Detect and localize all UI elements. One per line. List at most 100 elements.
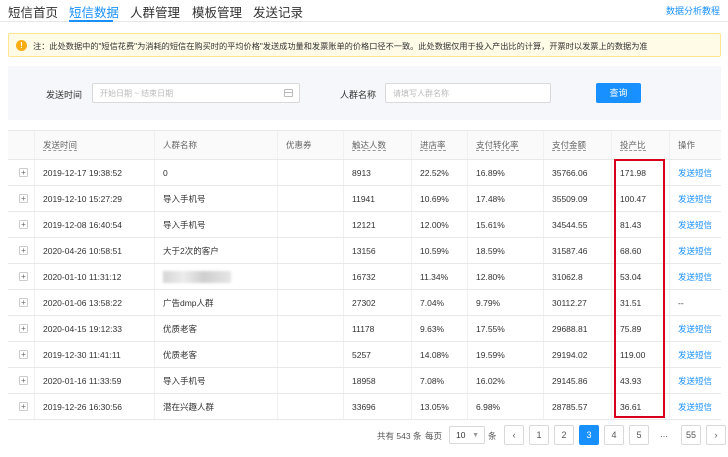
cell-send-time: 2019-12-08 16:40:54 (34, 212, 154, 237)
pagination-ellipsis: ... (654, 425, 674, 445)
tab-send-records[interactable]: 发送记录 (253, 2, 303, 21)
cell-roi: 119.00 (611, 342, 669, 367)
send-sms-link[interactable]: 发送短信 (678, 194, 712, 204)
send-sms-link[interactable]: 发送短信 (678, 324, 712, 334)
cell-pay-rate: 9.79% (467, 290, 543, 315)
expand-cell: + (8, 316, 34, 341)
cell-action[interactable]: 发送短信 (669, 186, 721, 211)
page-button-4[interactable]: 4 (604, 425, 624, 445)
expand-row-icon[interactable]: + (19, 220, 28, 229)
cell-action[interactable]: 发送短信 (669, 394, 721, 419)
analysis-tutorial-link[interactable]: 数据分析教程 (666, 4, 720, 17)
cell-crowd-name: 优质老客 (154, 342, 277, 367)
cell-store-rate: 22.52% (411, 160, 467, 185)
expand-cell: + (8, 160, 34, 185)
page-size-select[interactable]: 10 ▼ (449, 426, 485, 444)
page-button-2[interactable]: 2 (554, 425, 574, 445)
tab-template-management[interactable]: 模板管理 (192, 2, 242, 21)
cell-action[interactable]: 发送短信 (669, 238, 721, 263)
cell-store-rate: 14.08% (411, 342, 467, 367)
expand-cell: + (8, 342, 34, 367)
column-header-pay-amount[interactable]: 支付金额 (543, 131, 611, 159)
send-sms-link[interactable]: 发送短信 (678, 402, 712, 412)
expand-row-icon[interactable]: + (19, 298, 28, 307)
cell-pay-amount: 29145.86 (543, 368, 611, 393)
cell-pay-amount: 29194.02 (543, 342, 611, 367)
column-header-store-rate[interactable]: 进店率 (411, 131, 467, 159)
send-sms-link[interactable]: 发送短信 (678, 350, 712, 360)
page-button-3[interactable]: 3 (579, 425, 599, 445)
page-button-55[interactable]: 55 (681, 425, 701, 445)
expand-row-icon[interactable]: + (19, 168, 28, 177)
send-sms-link[interactable]: 发送短信 (678, 168, 712, 178)
next-page-button[interactable]: › (706, 425, 726, 445)
send-sms-link[interactable]: 发送短信 (678, 272, 712, 282)
cell-pay-rate: 18.59% (467, 238, 543, 263)
cell-store-rate: 9.63% (411, 316, 467, 341)
page-button-1[interactable]: 1 (529, 425, 549, 445)
cell-send-time: 2020-04-26 10:58:51 (34, 238, 154, 263)
expand-row-icon[interactable]: + (19, 324, 28, 333)
expand-row-icon[interactable]: + (19, 376, 28, 385)
cell-action[interactable]: 发送短信 (669, 342, 721, 367)
cell-roi: 68.60 (611, 238, 669, 263)
cell-coupon (277, 160, 343, 185)
page-button-5[interactable]: 5 (629, 425, 649, 445)
cell-action[interactable]: 发送短信 (669, 368, 721, 393)
column-header-send-time[interactable]: 发送时间 (34, 131, 154, 159)
column-header-crowd-name: 人群名称 (154, 131, 277, 159)
per-page-unit: 条 (488, 431, 497, 441)
tab-crowd-management[interactable]: 人群管理 (130, 2, 180, 21)
tab-sms-data[interactable]: 短信数据 (69, 2, 119, 21)
cell-send-time: 2019-12-30 11:41:11 (34, 342, 154, 367)
cell-pay-rate: 17.48% (467, 186, 543, 211)
cell-reach: 12121 (343, 212, 411, 237)
crowd-name-label: 人群名称 (340, 90, 377, 100)
expand-row-icon[interactable]: + (19, 272, 28, 281)
cell-store-rate: 12.00% (411, 212, 467, 237)
cell-pay-amount: 29688.81 (543, 316, 611, 341)
query-button[interactable]: 查询 (596, 83, 641, 103)
pagination-total: 共有 543 条 (377, 431, 422, 441)
cell-pay-rate: 17.55% (467, 316, 543, 341)
cell-store-rate: 11.34% (411, 264, 467, 289)
prev-page-button[interactable]: ‹ (504, 425, 524, 445)
expand-row-icon[interactable]: + (19, 194, 28, 203)
expand-row-icon[interactable]: + (19, 402, 28, 411)
cell-pay-amount: 28785.57 (543, 394, 611, 419)
cell-pay-amount: 31062.8 (543, 264, 611, 289)
cell-send-time: 2019-12-10 15:27:29 (34, 186, 154, 211)
expand-row-icon[interactable]: + (19, 246, 28, 255)
column-header-pay-rate[interactable]: 支付转化率 (467, 131, 543, 159)
cell-action[interactable]: 发送短信 (669, 160, 721, 185)
cell-coupon (277, 316, 343, 341)
crowd-name-input[interactable]: 请填写人群名称 (385, 83, 551, 103)
cell-pay-rate: 15.61% (467, 212, 543, 237)
cell-action[interactable]: 发送短信 (669, 264, 721, 289)
table-row: +2019-12-10 15:27:29 导入手机号 11941 10.69% 17.4… (8, 186, 721, 212)
cell-roi: 81.43 (611, 212, 669, 237)
cell-action[interactable]: 发送短信 (669, 316, 721, 341)
table-row: +2020-01-16 11:33:59 导入手机号 18958 7.08% 16.02… (8, 368, 721, 394)
cell-reach: 33696 (343, 394, 411, 419)
top-nav: 短信首页 短信数据 人群管理 模板管理 发送记录 数据分析教程 (0, 0, 728, 22)
cell-store-rate: 7.04% (411, 290, 467, 315)
expand-cell: + (8, 238, 34, 263)
cell-crowd-name: 大于2次的客户 (154, 238, 277, 263)
column-header-roi[interactable]: 投产比 (611, 131, 669, 159)
cell-roi: 31.51 (611, 290, 669, 315)
column-header-reach[interactable]: 触达人数 (343, 131, 411, 159)
date-range-picker[interactable]: 开始日期 ~ 结束日期 (92, 83, 300, 103)
send-sms-link[interactable]: 发送短信 (678, 246, 712, 256)
expand-row-icon[interactable]: + (19, 350, 28, 359)
cell-reach: 27302 (343, 290, 411, 315)
tab-sms-home[interactable]: 短信首页 (8, 2, 58, 21)
cell-action[interactable]: 发送短信 (669, 212, 721, 237)
send-sms-link[interactable]: 发送短信 (678, 376, 712, 386)
send-sms-link[interactable]: 发送短信 (678, 220, 712, 230)
cell-pay-amount: 30112.27 (543, 290, 611, 315)
table-row: +2020-01-06 13:58:22 广告dmp人群 27302 7.04% 9.7… (8, 290, 721, 316)
expand-cell: + (8, 394, 34, 419)
filter-panel: 发送时间 开始日期 ~ 结束日期 人群名称 请填写人群名称 查询 (8, 66, 721, 120)
cell-coupon (277, 342, 343, 367)
